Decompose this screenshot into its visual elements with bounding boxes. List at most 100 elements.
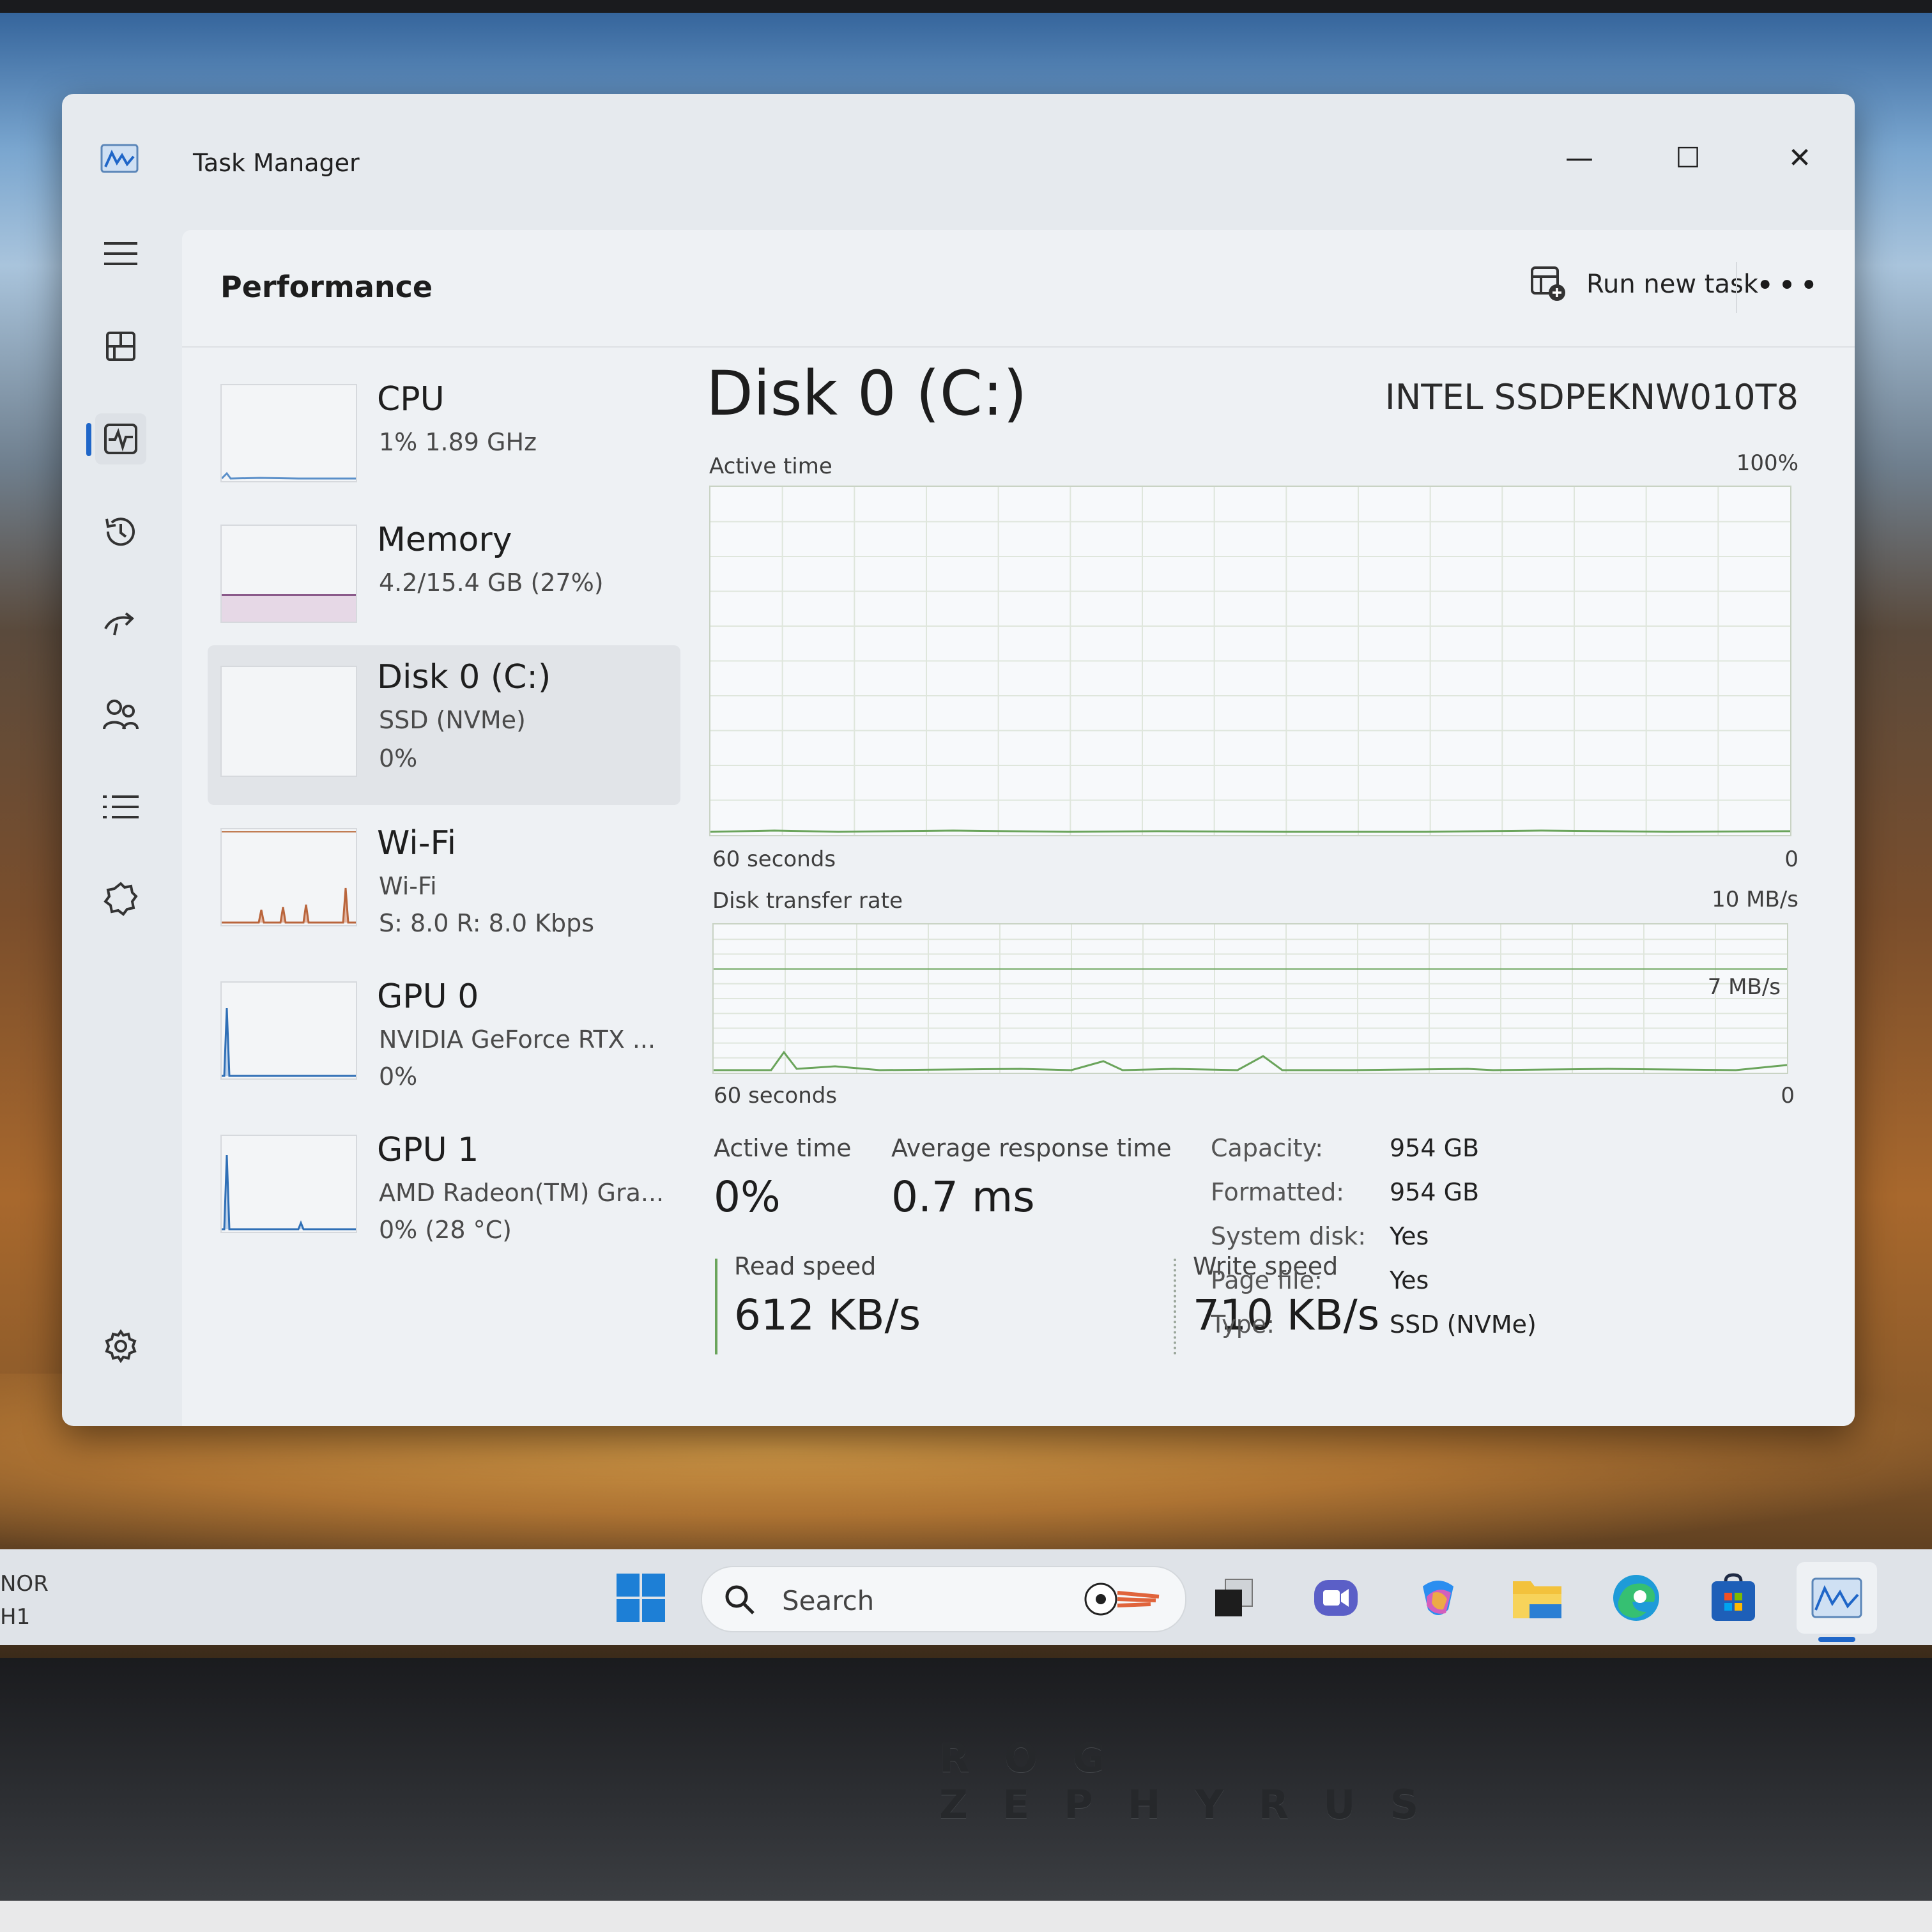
- maximize-button[interactable]: ☐: [1659, 126, 1717, 190]
- active-time-series: [710, 829, 1790, 833]
- task-view-icon[interactable]: [1208, 1572, 1260, 1624]
- task-manager-icon[interactable]: [1811, 1572, 1863, 1624]
- running-app-indicator: [1818, 1637, 1855, 1642]
- property-label: Formatted:: [1211, 1178, 1345, 1206]
- resource-item-memory[interactable]: Memory 4.2/15.4 GB (27%): [208, 508, 680, 655]
- minimize-button[interactable]: —: [1551, 126, 1608, 190]
- resource-detail: 1% 1.89 GHz: [379, 428, 537, 456]
- app-history-icon[interactable]: [95, 506, 146, 557]
- active-page-indicator: [86, 423, 91, 456]
- screen-bezel-top: [0, 0, 1932, 13]
- property-value: 954 GB: [1390, 1178, 1480, 1206]
- disk-model: INTEL SSDPEKNW010T8: [1384, 377, 1798, 417]
- resource-usage: 0% (28 °C): [379, 1216, 512, 1244]
- wifi-thumbnail: [220, 828, 357, 926]
- performance-icon[interactable]: [95, 413, 146, 464]
- resource-detail: SSD (NVMe): [379, 706, 526, 734]
- property-value: Yes: [1390, 1222, 1429, 1250]
- laptop-bottom-bezel: ROG ZEPHYRUS: [0, 1658, 1932, 1932]
- active-time-min-label: 0: [1784, 847, 1798, 872]
- avg-response-time-value: 0.7 ms: [891, 1172, 1035, 1222]
- window-title: Task Manager: [193, 149, 360, 177]
- active-time-max-label: 100%: [1736, 450, 1798, 476]
- resource-name: GPU 0: [377, 977, 479, 1016]
- taskbar-weather-widget[interactable]: NOR H1: [0, 1567, 49, 1634]
- transfer-rate-series: [714, 1050, 1787, 1071]
- disk-thumbnail: [220, 666, 357, 777]
- resource-item-cpu[interactable]: CPU 1% 1.89 GHz: [208, 367, 680, 514]
- start-icon[interactable]: [615, 1572, 667, 1624]
- resource-name: Memory: [377, 521, 512, 559]
- resource-detail: NVIDIA GeForce RTX ...: [379, 1025, 656, 1054]
- memory-thumbnail: [220, 525, 357, 623]
- resource-usage: S: 8.0 R: 8.0 Kbps: [379, 909, 595, 937]
- page-header: Performance Run new task •••: [182, 230, 1855, 348]
- active-time-stat-value: 0%: [714, 1172, 781, 1222]
- property-label: Page file:: [1211, 1266, 1322, 1294]
- file-explorer-icon[interactable]: [1511, 1572, 1563, 1624]
- header-separator: [1736, 262, 1737, 313]
- transfer-rate-duration-label: 60 seconds: [714, 1083, 838, 1108]
- teams-icon[interactable]: [1310, 1572, 1362, 1624]
- property-value: 954 GB: [1390, 1134, 1480, 1162]
- active-time-duration-label: 60 seconds: [712, 847, 836, 872]
- hamburger-menu-icon[interactable]: [95, 228, 146, 279]
- device-brand-logo: ROG ZEPHYRUS: [939, 1735, 1453, 1828]
- resource-name: Disk 0 (C:): [377, 658, 551, 696]
- widget-line-1: NOR: [0, 1571, 49, 1597]
- transfer-rate-min-label: 0: [1781, 1083, 1795, 1108]
- resource-item-gpu-1[interactable]: GPU 1 AMD Radeon(TM) Gra... 0% (28 °C): [208, 1118, 680, 1265]
- search-highlight-icon: [1084, 1583, 1160, 1616]
- edge-icon[interactable]: [1610, 1572, 1662, 1624]
- property-value: Yes: [1390, 1266, 1429, 1294]
- active-time-graph: [709, 486, 1791, 836]
- resource-item-gpu-0[interactable]: GPU 0 NVIDIA GeForce RTX ... 0%: [208, 965, 680, 1112]
- startup-apps-icon[interactable]: [95, 597, 146, 648]
- gpu-1-thumbnail: [220, 1135, 357, 1233]
- page-title: Performance: [220, 270, 433, 304]
- property-value: SSD (NVMe): [1390, 1310, 1537, 1338]
- services-icon[interactable]: [95, 873, 146, 924]
- run-new-task-label: Run new task: [1586, 270, 1759, 299]
- active-time-stat-label: Active time: [714, 1134, 852, 1162]
- transfer-rate-scale-line-label: 7 MB/s: [1707, 974, 1781, 1000]
- transfer-rate-max-label: 10 MB/s: [1712, 887, 1798, 912]
- copilot-icon[interactable]: [1412, 1572, 1464, 1624]
- title-bar[interactable]: Task Manager — ☐ ✕: [62, 94, 1855, 228]
- more-options-button[interactable]: •••: [1756, 263, 1818, 308]
- read-speed-value: 612 KB/s: [734, 1291, 921, 1340]
- resource-item-wifi[interactable]: Wi-Fi Wi-Fi S: 8.0 R: 8.0 Kbps: [208, 811, 680, 958]
- resource-name: Wi-Fi: [377, 824, 457, 862]
- widget-line-2: H1: [0, 1604, 31, 1630]
- resource-name: CPU: [377, 380, 445, 418]
- processes-icon[interactable]: [95, 321, 146, 372]
- write-speed-marker: [1174, 1259, 1176, 1354]
- navigation-rail: [62, 228, 183, 1426]
- details-icon[interactable]: [95, 781, 146, 832]
- taskbar-search-box[interactable]: Search: [701, 1566, 1186, 1632]
- property-label: Capacity:: [1211, 1134, 1324, 1162]
- resource-item-disk-0[interactable]: Disk 0 (C:) SSD (NVMe) 0%: [208, 645, 680, 805]
- resource-usage: 0%: [379, 1062, 418, 1091]
- users-icon[interactable]: [95, 689, 146, 740]
- property-label: Type:: [1211, 1310, 1275, 1338]
- resource-name: GPU 1: [377, 1131, 479, 1169]
- read-speed-label: Read speed: [734, 1252, 877, 1280]
- cpu-thumbnail: [220, 384, 357, 482]
- memory-usage-fill: [222, 594, 356, 622]
- run-new-task-button[interactable]: Run new task: [1530, 256, 1758, 313]
- gpu-0-thumbnail: [220, 981, 357, 1080]
- resource-detail: AMD Radeon(TM) Gra...: [379, 1179, 664, 1207]
- resource-usage: 0%: [379, 744, 418, 772]
- task-manager-app-icon: [100, 144, 139, 173]
- search-placeholder: Search: [782, 1585, 875, 1616]
- transfer-rate-graph-label: Disk transfer rate: [712, 888, 903, 914]
- close-button[interactable]: ✕: [1771, 126, 1828, 190]
- read-speed-marker: [715, 1259, 717, 1354]
- taskbar: NOR H1 Search: [0, 1549, 1932, 1645]
- active-time-graph-label: Active time: [709, 454, 832, 479]
- transfer-rate-graph: 7 MB/s: [712, 923, 1788, 1074]
- settings-icon[interactable]: [95, 1321, 146, 1372]
- run-task-icon: [1531, 266, 1565, 301]
- store-icon[interactable]: [1707, 1572, 1759, 1624]
